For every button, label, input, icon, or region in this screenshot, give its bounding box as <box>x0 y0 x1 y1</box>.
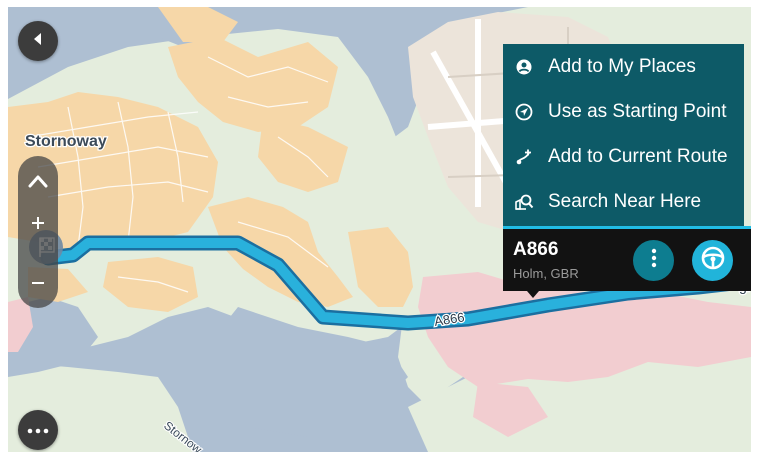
more-vertical-icon <box>651 248 657 273</box>
chevron-up-button[interactable] <box>18 166 58 200</box>
menu-item-add-to-current-route[interactable]: Add to Current Route <box>503 134 744 179</box>
zoom-out-icon <box>30 275 46 296</box>
zoom-in-icon <box>30 215 46 236</box>
location-subtitle: Holm, GBR <box>513 266 579 281</box>
menu-item-add-to-my-places[interactable]: Add to My Places <box>503 44 744 89</box>
town-label: Stornoway <box>25 133 107 150</box>
menu-item-use-as-starting-point[interactable]: Use as Starting Point <box>503 89 744 134</box>
menu-item-search-near-here[interactable]: Search Near Here <box>503 179 744 224</box>
more-dots-icon <box>27 421 49 439</box>
menu-item-label: Add to My Places <box>548 55 696 77</box>
search-near-here-icon <box>514 192 534 212</box>
info-panel-accent <box>503 226 751 229</box>
location-title: A866 <box>513 239 559 260</box>
popup-menu: Add to My Places Use as Starting Point A… <box>503 44 744 226</box>
zoom-control <box>18 156 58 308</box>
menu-item-label: Search Near Here <box>548 190 702 212</box>
drive-button[interactable] <box>692 240 733 281</box>
my-places-pin-icon <box>514 57 534 77</box>
navigation-arrow-icon <box>514 102 534 122</box>
menu-item-label: Add to Current Route <box>548 145 728 167</box>
location-options-button[interactable] <box>633 240 674 281</box>
info-panel-pointer <box>527 291 539 298</box>
zoom-out-button[interactable] <box>18 268 58 302</box>
add-to-route-icon <box>514 147 534 167</box>
device-frame: Stornow A866 Stornoway gl <box>0 0 759 459</box>
back-arrow-icon <box>28 29 48 54</box>
back-button[interactable] <box>18 21 58 61</box>
menu-item-label: Use as Starting Point <box>548 100 727 122</box>
navigation-screen: Stornow A866 Stornoway gl <box>8 7 751 452</box>
main-menu-button[interactable] <box>18 410 58 450</box>
zoom-in-button[interactable] <box>18 208 58 242</box>
chevron-up-icon <box>27 173 49 194</box>
steering-wheel-icon <box>701 246 725 275</box>
